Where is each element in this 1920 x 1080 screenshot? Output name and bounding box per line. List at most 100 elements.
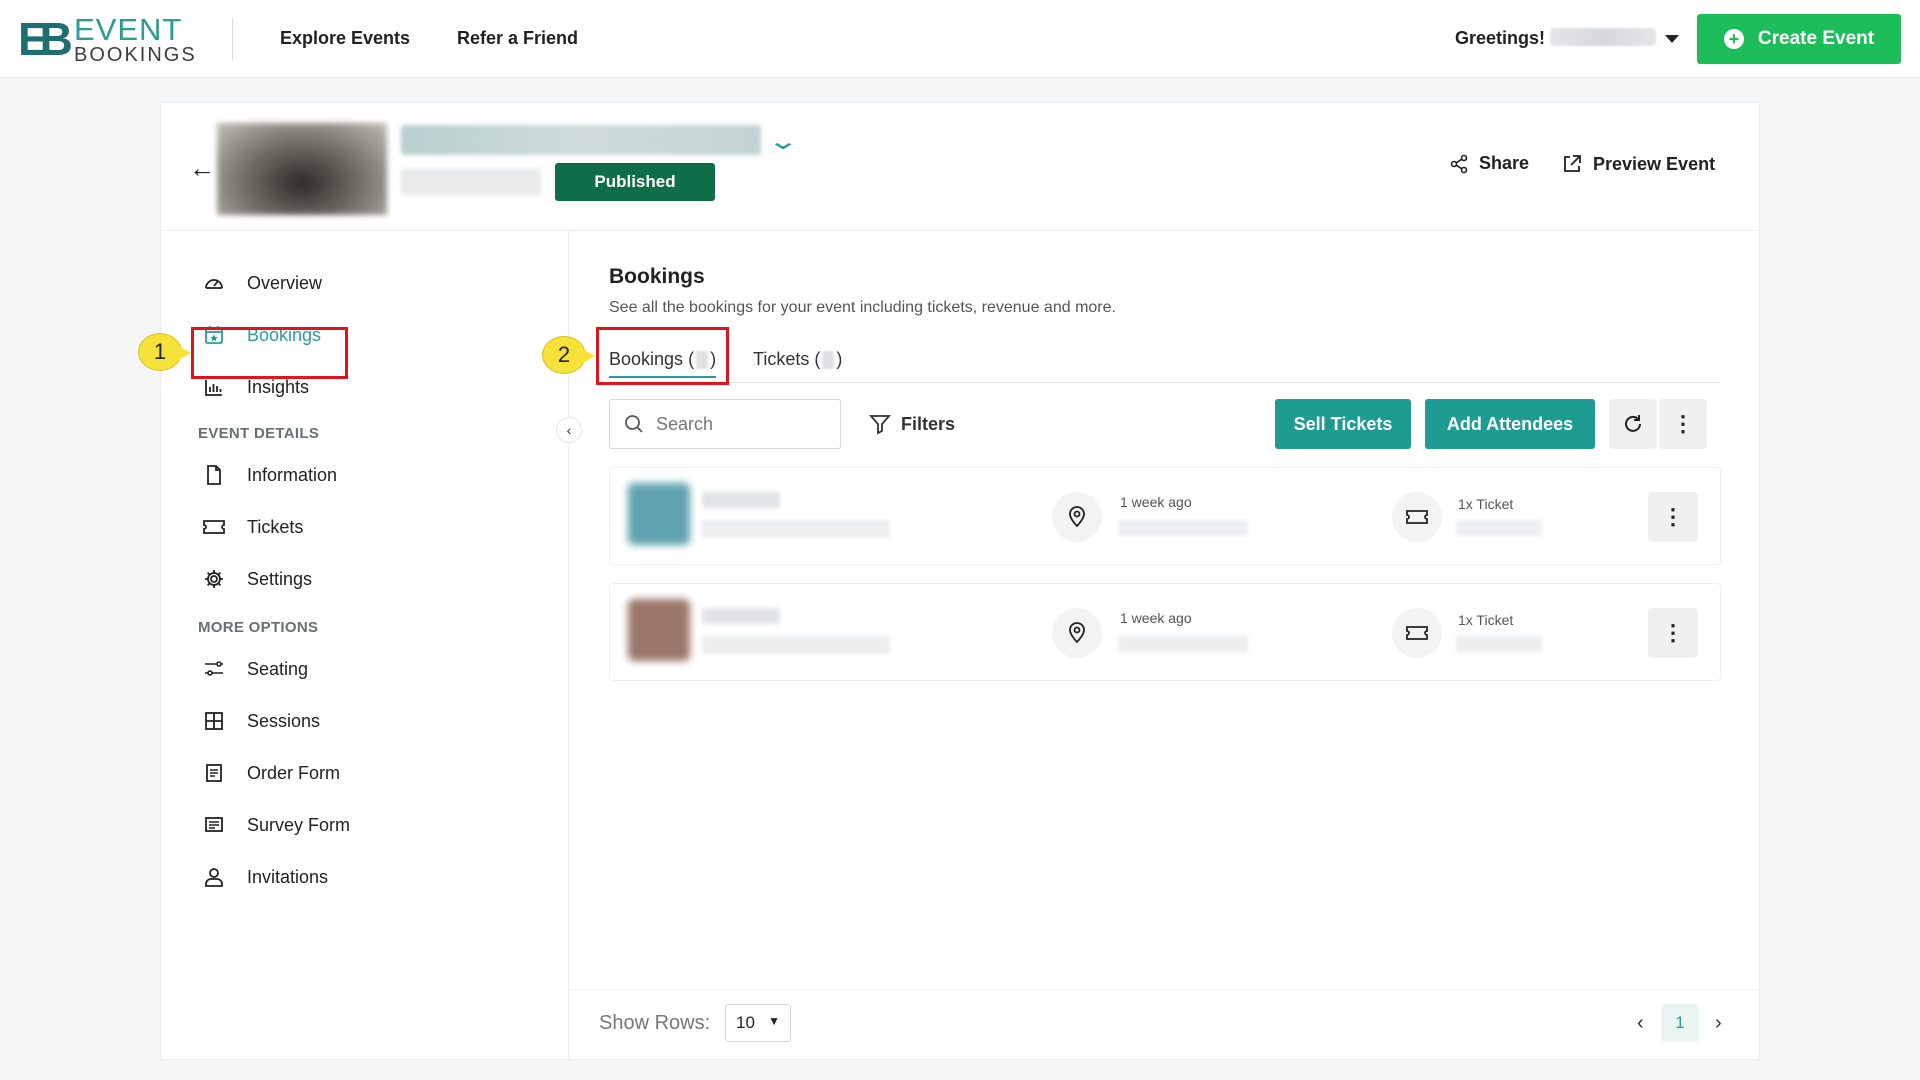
- sidebar-item-label: Invitations: [247, 866, 329, 887]
- location-pin-icon: [1052, 608, 1102, 658]
- search-icon: [625, 415, 643, 433]
- filter-icon: [869, 415, 891, 435]
- top-navbar: EB EVENT BOOKINGS Explore Events Refer a…: [0, 0, 1920, 78]
- attendee-name-redacted: [702, 492, 780, 508]
- sidebar-item-seating[interactable]: Seating: [201, 651, 308, 687]
- callout-marker-1: 1: [138, 333, 191, 371]
- rows-per-page-value: 10: [736, 1013, 755, 1032]
- tabs-bar: Bookings () Tickets (): [609, 343, 1721, 383]
- plus-circle-icon: +: [1723, 29, 1744, 49]
- amount-redacted: [1456, 520, 1542, 536]
- section-heading-event-details: EVENT DETAILS: [198, 425, 320, 442]
- tab-tickets[interactable]: Tickets (): [753, 349, 842, 370]
- chevron-down-icon[interactable]: ⌄: [767, 127, 799, 156]
- attendee-email-redacted: [702, 520, 890, 538]
- bookings-panel: Bookings See all the bookings for your e…: [569, 231, 1761, 1061]
- event-date-redacted: [401, 169, 541, 195]
- booking-row[interactable]: 1 week ago 1x Ticket ⋮: [609, 583, 1721, 681]
- event-manage-card: ← ⌄ Published Share Preview Event Overvi…: [160, 102, 1761, 1061]
- sliders-icon: [201, 656, 227, 682]
- event-header: ← ⌄ Published Share Preview Event: [161, 103, 1761, 231]
- nav-link-refer-a-friend[interactable]: Refer a Friend: [457, 28, 578, 49]
- sidebar-item-invitations[interactable]: Invitations: [201, 859, 328, 895]
- external-link-icon: [1564, 155, 1581, 172]
- account-dropdown-icon[interactable]: [1665, 35, 1679, 43]
- add-attendees-button[interactable]: Add Attendees: [1425, 399, 1595, 449]
- attendee-email-redacted: [702, 636, 890, 654]
- ticket-icon: [1392, 492, 1442, 542]
- avatar: [628, 599, 690, 661]
- sidebar-item-label: Insights: [247, 376, 310, 397]
- filters-button[interactable]: Filters: [869, 413, 955, 435]
- sidebar-item-tickets[interactable]: Tickets: [201, 509, 303, 545]
- venue-redacted: [1118, 636, 1248, 652]
- sidebar-item-label: Order Form: [247, 762, 341, 783]
- user-icon: [201, 864, 227, 890]
- section-heading-more-options: MORE OPTIONS: [198, 619, 319, 636]
- ticket-count: 1x Ticket: [1458, 496, 1514, 512]
- sidebar-item-order-form[interactable]: Order Form: [201, 755, 340, 791]
- tab-label: Tickets: [753, 349, 810, 369]
- sidebar-item-settings[interactable]: Settings: [201, 561, 312, 597]
- callout-marker-2: 2: [542, 336, 595, 374]
- sidebar-item-survey-form[interactable]: Survey Form: [201, 807, 350, 843]
- nav-link-explore-events[interactable]: Explore Events: [280, 28, 410, 49]
- logo-line1: EVENT: [74, 12, 183, 47]
- booking-time: 1 week ago: [1120, 494, 1192, 510]
- sell-tickets-button[interactable]: Sell Tickets: [1275, 399, 1411, 449]
- preview-event-button[interactable]: Preview Event: [1561, 153, 1715, 175]
- sidebar-item-label: Information: [247, 464, 338, 485]
- nav-divider: [232, 18, 233, 60]
- rows-per-page-select[interactable]: 10 ▼: [725, 1004, 791, 1042]
- attendee-name-redacted: [702, 608, 780, 624]
- gear-icon: [201, 566, 227, 592]
- sidebar-item-label: Seating: [247, 658, 309, 679]
- logo[interactable]: EB EVENT BOOKINGS: [18, 12, 198, 67]
- sidebar-item-label: Tickets: [247, 516, 304, 537]
- share-label: Share: [1479, 153, 1530, 173]
- more-options-icon[interactable]: ⋮: [1659, 399, 1707, 449]
- previous-page-icon[interactable]: ‹: [1637, 1012, 1644, 1035]
- logo-line2: BOOKINGS: [74, 44, 197, 66]
- search-placeholder: Search: [656, 413, 714, 434]
- sidebar-item-label: Overview: [247, 272, 323, 293]
- sidebar-item-label: Settings: [247, 568, 313, 589]
- chevron-down-icon: ▼: [768, 1014, 780, 1028]
- page-title: Bookings: [609, 265, 705, 288]
- user-name-redacted: [1550, 28, 1656, 46]
- current-page-button[interactable]: 1: [1661, 1004, 1699, 1042]
- dashboard-gauge-icon: [201, 270, 227, 296]
- grid-icon: [201, 708, 227, 734]
- form-icon: [201, 760, 227, 786]
- sidebar-item-sessions[interactable]: Sessions: [201, 703, 320, 739]
- row-more-icon[interactable]: ⋮: [1648, 492, 1698, 542]
- highlight-box-bookings-tab: [596, 327, 729, 385]
- next-page-icon[interactable]: ›: [1715, 1012, 1722, 1035]
- highlight-box-sidebar-bookings: [191, 327, 348, 379]
- table-footer: Show Rows: 10 ▼ ‹ 1 ›: [569, 989, 1761, 1061]
- refresh-icon: [1625, 415, 1641, 432]
- preview-event-label: Preview Event: [1593, 153, 1716, 174]
- back-arrow-icon[interactable]: ←: [189, 153, 215, 184]
- create-event-label: Create Event: [1757, 28, 1875, 49]
- refresh-button[interactable]: [1609, 399, 1657, 449]
- sidebar-item-overview[interactable]: Overview: [201, 265, 322, 301]
- share-button[interactable]: Share: [1449, 153, 1529, 174]
- survey-icon: [201, 812, 227, 838]
- filters-label: Filters: [901, 413, 956, 434]
- search-input[interactable]: Search: [609, 399, 841, 449]
- count-redacted: [822, 350, 835, 369]
- page-subtitle: See all the bookings for your event incl…: [609, 299, 1116, 316]
- row-more-icon[interactable]: ⋮: [1648, 608, 1698, 658]
- create-event-button[interactable]: + Create Event: [1697, 14, 1901, 64]
- greeting-text: Greetings!: [1455, 28, 1546, 48]
- location-pin-icon: [1052, 492, 1102, 542]
- logo-mark: EB: [18, 13, 73, 65]
- event-thumbnail: [217, 123, 387, 215]
- venue-redacted: [1118, 520, 1248, 536]
- sidebar-item-information[interactable]: Information: [201, 457, 337, 493]
- sidebar-item-label: Survey Form: [247, 814, 351, 835]
- booking-row[interactable]: 1 week ago 1x Ticket ⋮: [609, 467, 1721, 565]
- event-title-redacted: [401, 125, 761, 155]
- share-icon: [1450, 154, 1468, 173]
